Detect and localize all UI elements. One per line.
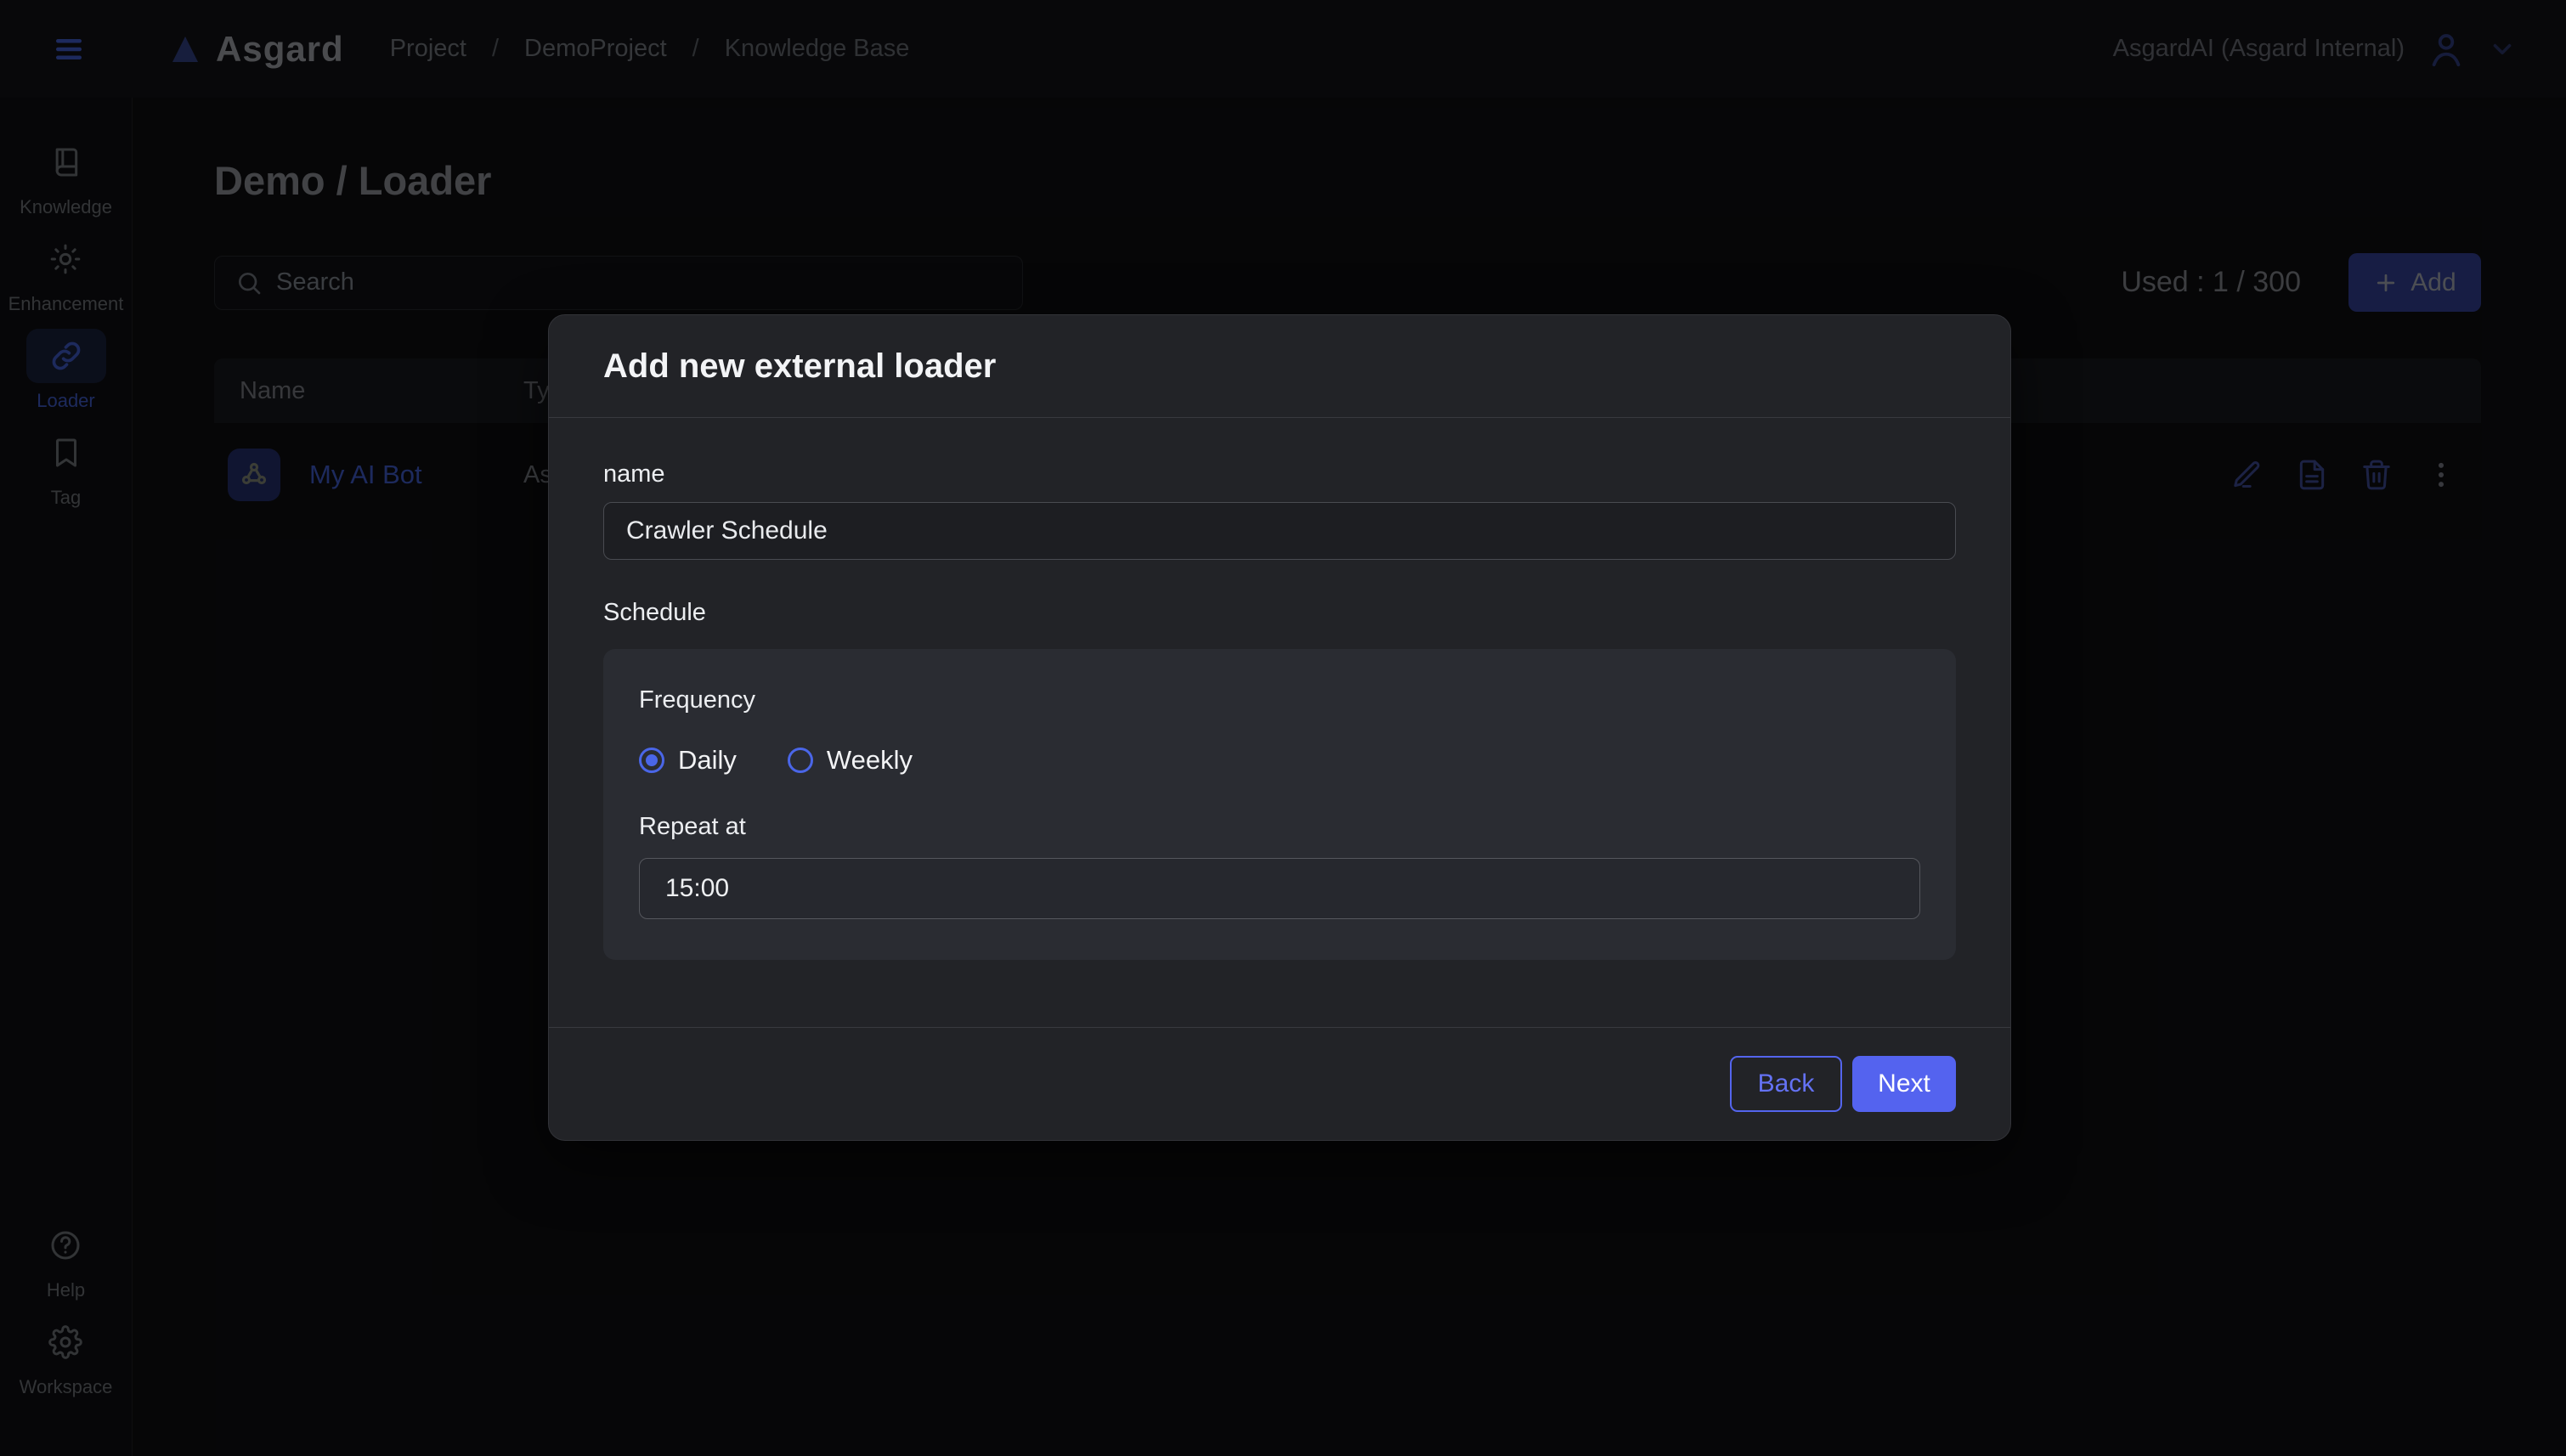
modal-header: Add new external loader [549,315,2010,418]
back-button[interactable]: Back [1730,1056,1842,1112]
add-loader-modal: Add new external loader name Schedule Fr… [548,314,2011,1141]
name-input[interactable] [603,502,1956,560]
frequency-radio-group: Daily Weekly [639,745,1920,776]
repeat-at-label: Repeat at [639,813,1920,841]
frequency-label: Frequency [639,686,1920,714]
app-root: Asgard Project / DemoProject / Knowledge… [0,0,2566,1456]
modal-footer: Back Next [549,1027,2010,1140]
radio-label-weekly: Weekly [827,745,913,776]
radio-unselected-icon [788,748,813,773]
name-field-label: name [603,460,1956,488]
next-button[interactable]: Next [1852,1056,1956,1112]
radio-selected-icon [639,748,664,773]
modal-body: name Schedule Frequency Daily Weekly Rep… [549,418,2010,960]
schedule-section-label: Schedule [603,599,1956,627]
radio-option-daily[interactable]: Daily [639,745,737,776]
radio-option-weekly[interactable]: Weekly [788,745,913,776]
radio-label-daily: Daily [678,745,737,776]
modal-title: Add new external loader [603,347,996,386]
repeat-time-input[interactable] [639,858,1920,919]
schedule-card: Frequency Daily Weekly Repeat at [603,649,1956,960]
